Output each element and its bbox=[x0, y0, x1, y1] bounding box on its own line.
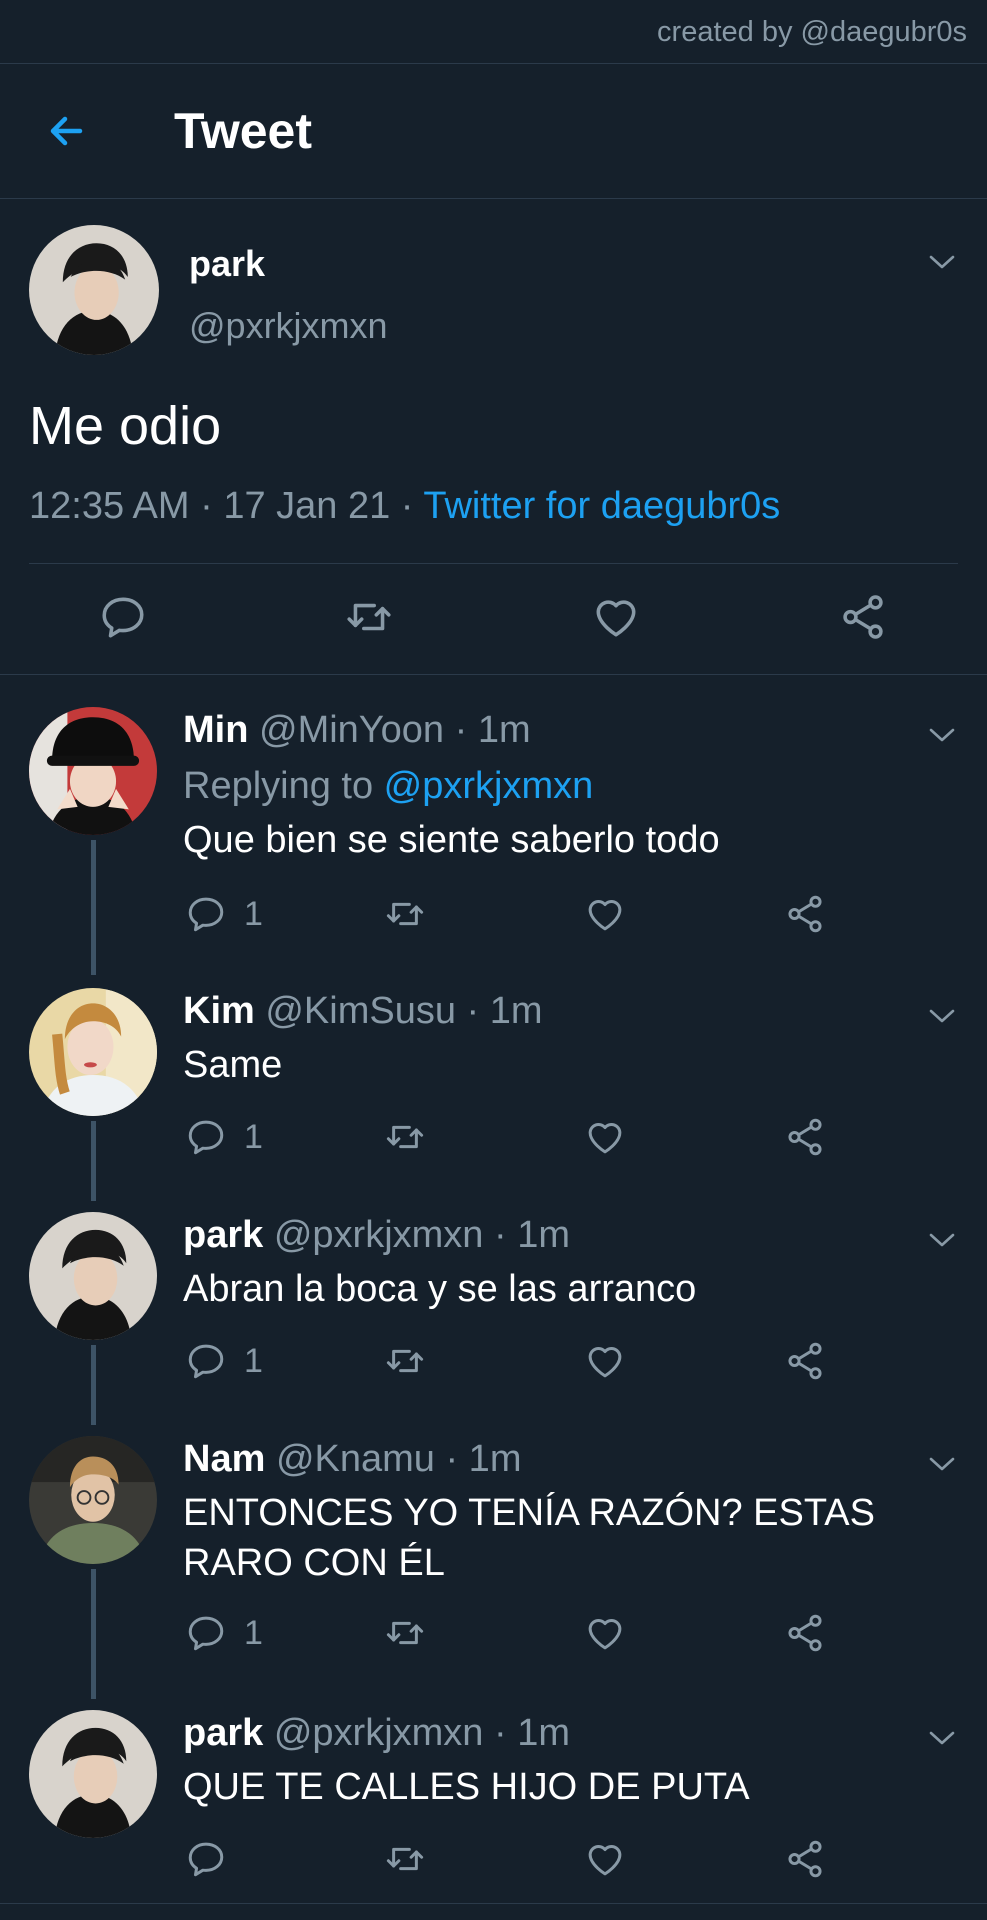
chevron-down-icon[interactable] bbox=[927, 1728, 957, 1748]
credit-bar: created by @daegubr0s bbox=[0, 0, 987, 64]
like-icon[interactable] bbox=[584, 1612, 626, 1654]
thread-line bbox=[91, 1121, 96, 1201]
author-name[interactable]: Nam bbox=[183, 1438, 265, 1480]
chevron-down-icon[interactable] bbox=[927, 1230, 957, 1250]
avatar[interactable] bbox=[29, 707, 157, 835]
header: Tweet bbox=[0, 64, 987, 199]
reply-icon[interactable] bbox=[185, 1116, 227, 1158]
reply-tweet[interactable]: park @pxrkjxmxn · 1m Abran la boca y se … bbox=[0, 1212, 987, 1425]
replying-to: Replying to @pxrkjxmxn bbox=[183, 765, 593, 808]
retweet-icon[interactable] bbox=[384, 1116, 426, 1158]
reply-actions: 1 bbox=[183, 1340, 883, 1384]
author-name[interactable]: park bbox=[183, 1214, 263, 1256]
retweet-icon[interactable] bbox=[384, 1838, 426, 1880]
reply-count: 1 bbox=[244, 1118, 263, 1156]
reply-icon[interactable] bbox=[185, 1838, 227, 1880]
author-handle[interactable]: @KimSusu · 1m bbox=[265, 990, 542, 1032]
reply-header: Nam @Knamu · 1m bbox=[183, 1438, 521, 1481]
reply-header: park @pxrkjxmxn · 1m bbox=[183, 1214, 570, 1257]
author-name[interactable]: Min bbox=[183, 709, 248, 751]
replying-handle[interactable]: @pxrkjxmxn bbox=[384, 765, 594, 807]
reply-header: park @pxrkjxmxn · 1m bbox=[183, 1712, 570, 1755]
tweet-source[interactable]: Twitter for daegubr0s bbox=[423, 485, 780, 527]
reply-text: QUE TE CALLES HIJO DE PUTA bbox=[183, 1766, 750, 1808]
chevron-down-icon[interactable] bbox=[927, 252, 957, 272]
tweet-time: 12:35 AM · 17 Jan 21 · bbox=[29, 485, 424, 527]
reply-icon[interactable] bbox=[98, 592, 148, 642]
reply-icon[interactable] bbox=[185, 893, 227, 935]
retweet-icon[interactable] bbox=[344, 592, 394, 642]
tweet-text: Me odio bbox=[29, 396, 222, 456]
replying-label: Replying to bbox=[183, 765, 384, 807]
share-icon[interactable] bbox=[784, 1612, 826, 1654]
reply-count: 1 bbox=[244, 1342, 263, 1380]
author-handle[interactable]: @pxrkjxmxn bbox=[189, 305, 388, 347]
author-handle[interactable]: @Knamu · 1m bbox=[276, 1438, 522, 1480]
avatar[interactable] bbox=[29, 988, 157, 1116]
share-icon[interactable] bbox=[838, 592, 888, 642]
retweet-icon[interactable] bbox=[384, 1340, 426, 1382]
retweet-icon[interactable] bbox=[384, 893, 426, 935]
reply-tweet[interactable]: park @pxrkjxmxn · 1m QUE TE CALLES HIJO … bbox=[0, 1710, 987, 1900]
avatar[interactable] bbox=[29, 225, 159, 355]
reply-actions bbox=[183, 1838, 883, 1882]
divider bbox=[0, 1903, 987, 1904]
reply-count: 1 bbox=[244, 1614, 263, 1652]
share-icon[interactable] bbox=[784, 893, 826, 935]
author-name[interactable]: Kim bbox=[183, 990, 255, 1032]
thread-line bbox=[91, 1569, 96, 1699]
reply-text: Que bien se siente saberlo todo bbox=[183, 819, 720, 861]
page-title: Tweet bbox=[174, 103, 312, 159]
reply-icon[interactable] bbox=[185, 1340, 227, 1382]
thread-line bbox=[91, 1345, 96, 1425]
author-handle[interactable]: @pxrkjxmxn · 1m bbox=[274, 1712, 570, 1754]
reply-actions: 1 bbox=[183, 893, 883, 937]
like-icon[interactable] bbox=[584, 1340, 626, 1382]
chevron-down-icon[interactable] bbox=[927, 1006, 957, 1026]
divider bbox=[29, 563, 958, 564]
reply-actions: 1 bbox=[183, 1612, 883, 1656]
reply-actions: 1 bbox=[183, 1116, 883, 1160]
chevron-down-icon[interactable] bbox=[927, 1454, 957, 1474]
share-icon[interactable] bbox=[784, 1838, 826, 1880]
thread-line bbox=[91, 840, 96, 975]
author-handle[interactable]: @pxrkjxmxn · 1m bbox=[274, 1214, 570, 1256]
avatar[interactable] bbox=[29, 1710, 157, 1838]
retweet-icon[interactable] bbox=[384, 1612, 426, 1654]
credit-text: created by @daegubr0s bbox=[657, 16, 967, 48]
reply-header: Kim @KimSusu · 1m bbox=[183, 990, 543, 1033]
like-icon[interactable] bbox=[584, 1838, 626, 1880]
author-name[interactable]: park bbox=[183, 1712, 263, 1754]
reply-header: Min @MinYoon · 1m bbox=[183, 709, 531, 752]
like-icon[interactable] bbox=[591, 592, 641, 642]
reply-icon[interactable] bbox=[185, 1612, 227, 1654]
chevron-down-icon[interactable] bbox=[927, 725, 957, 745]
reply-count: 1 bbox=[244, 895, 263, 933]
reply-text: Abran la boca y se las arranco bbox=[183, 1268, 697, 1310]
main-tweet: park @pxrkjxmxn Me odio 12:35 AM · 17 Ja… bbox=[0, 200, 987, 675]
reply-text: Same bbox=[183, 1044, 283, 1086]
avatar[interactable] bbox=[29, 1212, 157, 1340]
author-name[interactable]: park bbox=[189, 243, 265, 285]
share-icon[interactable] bbox=[784, 1116, 826, 1158]
author-handle[interactable]: @MinYoon · 1m bbox=[259, 709, 531, 751]
share-icon[interactable] bbox=[784, 1340, 826, 1382]
reply-tweet[interactable]: Min @MinYoon · 1m Replying to @pxrkjxmxn… bbox=[0, 707, 987, 975]
reply-text: ENTONCES YO TENÍA RAZÓN? ESTAS RARO CON … bbox=[183, 1492, 875, 1584]
avatar[interactable] bbox=[29, 1436, 157, 1564]
reply-tweet[interactable]: Kim @KimSusu · 1m Same 1 bbox=[0, 988, 987, 1201]
tweet-meta: 12:35 AM · 17 Jan 21 · Twitter for daegu… bbox=[29, 485, 780, 528]
back-arrow-icon[interactable] bbox=[42, 106, 92, 156]
like-icon[interactable] bbox=[584, 1116, 626, 1158]
like-icon[interactable] bbox=[584, 893, 626, 935]
reply-tweet[interactable]: Nam @Knamu · 1m ENTONCES YO TENÍA RAZÓN?… bbox=[0, 1436, 987, 1699]
